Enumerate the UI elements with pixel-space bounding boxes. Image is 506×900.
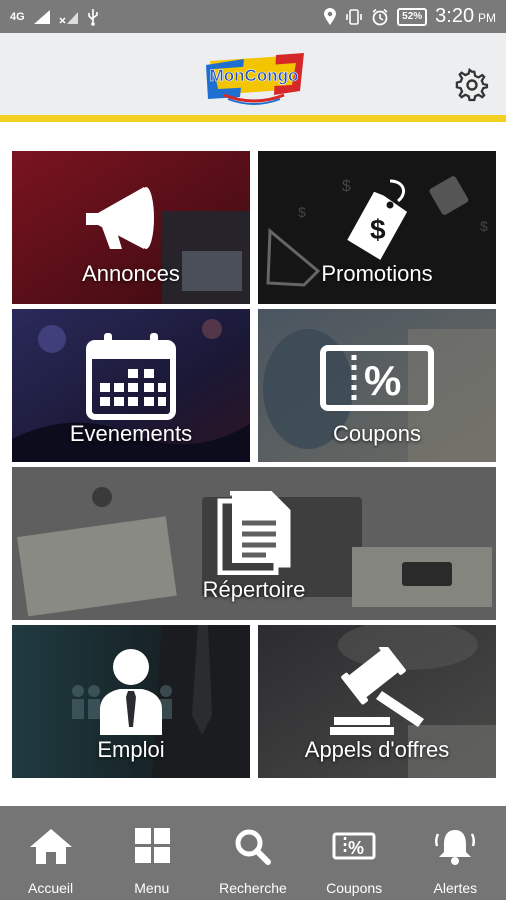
tile-evenements[interactable]: Evenements bbox=[12, 309, 250, 462]
status-bar: 4G 52% 3:20 PM bbox=[0, 0, 506, 33]
usb-icon bbox=[87, 8, 98, 26]
settings-gear-icon[interactable] bbox=[455, 68, 489, 102]
tile-emploi[interactable]: Emploi bbox=[12, 625, 250, 778]
network-type: 4G bbox=[10, 10, 25, 23]
clock-ampm: PM bbox=[478, 11, 496, 25]
nav-label: Alertes bbox=[433, 880, 478, 896]
signal-icon bbox=[33, 9, 50, 24]
nav-menu[interactable]: Menu bbox=[101, 806, 202, 896]
gavel-icon bbox=[330, 647, 424, 735]
svg-text:%: % bbox=[348, 838, 364, 858]
home-icon bbox=[29, 829, 72, 864]
nav-recherche[interactable]: Recherche bbox=[202, 806, 303, 896]
megaphone-icon bbox=[86, 187, 154, 249]
nav-label: Menu bbox=[134, 880, 170, 896]
tile-label: Répertoire bbox=[202, 577, 306, 602]
nav-label: Accueil bbox=[28, 880, 74, 896]
tile-repertoire[interactable]: Répertoire bbox=[12, 467, 496, 620]
status-right: 52% 3:20 PM bbox=[323, 5, 496, 28]
header-accent-line bbox=[0, 115, 506, 122]
tile-label: Emploi bbox=[97, 737, 165, 762]
nav-label: Coupons bbox=[326, 880, 383, 896]
grid-icon bbox=[134, 828, 170, 863]
calendar-icon bbox=[86, 333, 176, 420]
tile-annonces[interactable]: Annonces bbox=[12, 151, 250, 304]
nav-accueil[interactable]: Accueil bbox=[0, 806, 101, 896]
bottom-navigation: Accueil Menu Recherche % Coupons Alertes bbox=[0, 806, 506, 900]
tile-label: Appels d'offres bbox=[304, 737, 450, 762]
tile-label: Evenements bbox=[69, 421, 193, 446]
coupon-icon: % bbox=[332, 832, 376, 860]
tile-label: Annonces bbox=[82, 261, 180, 286]
businessman-icon bbox=[100, 649, 162, 735]
tile-label: Promotions bbox=[321, 261, 433, 286]
moncongo-logo[interactable]: MonCongo bbox=[204, 51, 304, 107]
clock: 3:20 PM bbox=[435, 5, 496, 28]
location-icon bbox=[324, 7, 337, 25]
tile-appels-doffres[interactable]: Appels d'offres bbox=[258, 625, 496, 778]
svg-text:%: % bbox=[364, 357, 401, 404]
nav-alertes[interactable]: Alertes bbox=[405, 806, 506, 896]
vibrate-icon bbox=[346, 8, 362, 25]
nav-coupons[interactable]: % Coupons bbox=[304, 806, 405, 896]
signal-x-icon bbox=[59, 11, 78, 24]
nav-label: Recherche bbox=[219, 880, 287, 896]
tile-label: Coupons bbox=[332, 421, 422, 446]
svg-text:$: $ bbox=[480, 218, 488, 234]
search-icon bbox=[235, 829, 271, 865]
svg-text:$: $ bbox=[370, 214, 386, 245]
tile-coupons[interactable]: % Coupons bbox=[258, 309, 496, 462]
price-tag-icon: $ bbox=[347, 179, 408, 260]
document-icon bbox=[217, 491, 291, 575]
logo-text: MonCongo bbox=[210, 66, 299, 85]
bell-icon bbox=[435, 830, 476, 865]
tile-promotions[interactable]: $ $ $ $ Promotions bbox=[258, 151, 496, 304]
svg-text:$: $ bbox=[298, 204, 306, 220]
clock-time: 3:20 bbox=[435, 5, 475, 27]
battery-level: 52% bbox=[397, 7, 428, 26]
alarm-icon bbox=[372, 8, 388, 25]
status-left: 4G bbox=[10, 8, 99, 26]
coupon-icon: % bbox=[320, 345, 434, 411]
